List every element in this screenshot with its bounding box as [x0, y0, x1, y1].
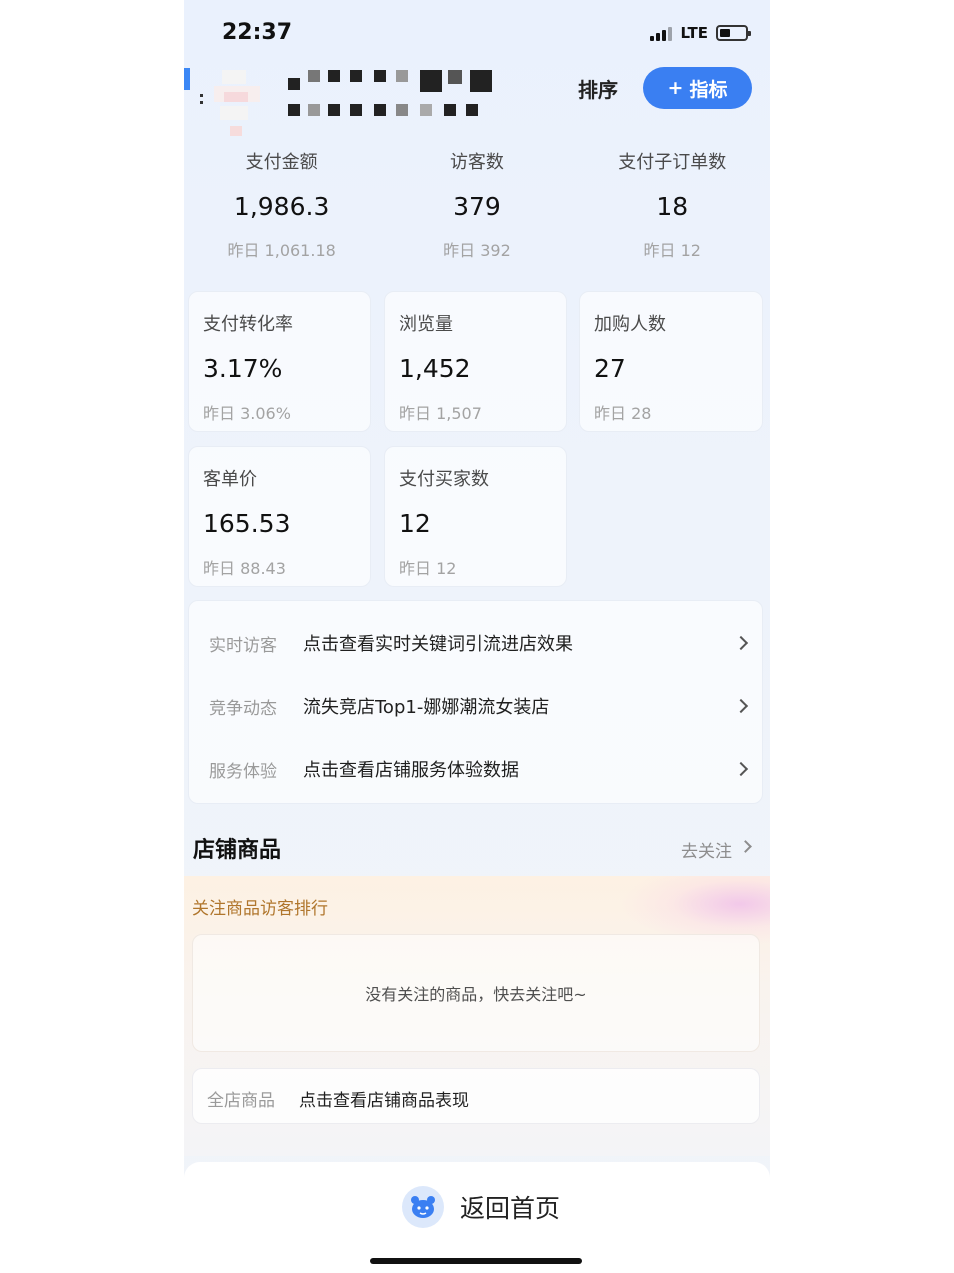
all-goods-key: 全店商品: [207, 1091, 275, 1111]
stat-yesterday: 昨日 12: [643, 241, 701, 260]
link-text: 流失竞店Top1-娜娜潮流女装店: [303, 697, 550, 718]
card-value: 165.53: [203, 509, 291, 538]
card-value: 27: [594, 354, 626, 383]
all-goods-text: 点击查看店铺商品表现: [299, 1091, 469, 1111]
battery-icon: [716, 25, 751, 41]
stat-value: 379: [453, 192, 501, 221]
card-yesterday: 昨日 28: [594, 404, 652, 423]
network-type: LTE: [680, 24, 708, 42]
phone-screen: 22:37 LTE 排序 + 指标 支付金额 1,986.3 昨日 1,061.…: [184, 0, 770, 1273]
home-indicator[interactable]: [370, 1258, 582, 1264]
card-label: 浏览量: [399, 314, 453, 335]
card-paying-buyers[interactable]: 支付买家数 12 昨日 12: [384, 446, 567, 587]
chevron-right-icon: [733, 635, 749, 651]
plus-icon: +: [667, 77, 684, 99]
card-value: 12: [399, 509, 431, 538]
link-key: 竞争动态: [209, 698, 277, 719]
card-yesterday: 昨日 1,507: [399, 404, 482, 423]
followed-goods-panel: 关注商品访客排行 没有关注的商品，快去关注吧~ 全店商品 点击查看店铺商品表现: [184, 876, 770, 1156]
stat-value: 1,986.3: [233, 192, 330, 221]
stat-value: 18: [656, 192, 689, 221]
bottom-bar: 返回首页: [184, 1162, 770, 1273]
card-add-to-cart[interactable]: 加购人数 27 昨日 28: [579, 291, 763, 432]
card-yesterday: 昨日 3.06%: [203, 404, 291, 423]
card-yesterday: 昨日 12: [399, 559, 457, 578]
all-goods-link[interactable]: 全店商品 点击查看店铺商品表现: [192, 1068, 760, 1124]
chevron-right-icon: [733, 761, 749, 777]
card-value: 1,452: [399, 354, 471, 383]
section-title-shop-goods: 店铺商品: [193, 838, 282, 863]
home-label: 返回首页: [460, 1194, 561, 1223]
card-label: 支付买家数: [399, 469, 489, 490]
signal-icon: [650, 25, 673, 41]
shop-avatar: [200, 64, 270, 136]
empty-state: 没有关注的商品，快去关注吧~: [192, 934, 760, 1052]
core-stats-row: 支付金额 1,986.3 昨日 1,061.18 访客数 379 昨日 392 …: [184, 148, 770, 272]
empty-state-text: 没有关注的商品，快去关注吧~: [365, 985, 587, 1004]
card-value: 3.17%: [203, 354, 283, 383]
stat-yesterday: 昨日 1,061.18: [227, 241, 336, 260]
card-label: 加购人数: [594, 314, 666, 335]
mascot-icon: [402, 1186, 444, 1228]
stat-visitors[interactable]: 访客数 379 昨日 392: [379, 148, 574, 272]
shop-name-pixelated: [288, 64, 498, 120]
status-time: 22:37: [222, 20, 293, 45]
stat-sub-orders[interactable]: 支付子订单数 18 昨日 12: [575, 148, 770, 272]
card-avg-order-value[interactable]: 客单价 165.53 昨日 88.43: [188, 446, 371, 587]
go-follow-link[interactable]: 去关注: [681, 837, 732, 862]
card-conversion-rate[interactable]: 支付转化率 3.17% 昨日 3.06%: [188, 291, 371, 432]
link-text: 点击查看实时关键词引流进店效果: [303, 634, 573, 655]
stat-payment-amount[interactable]: 支付金额 1,986.3 昨日 1,061.18: [184, 148, 379, 272]
link-text: 点击查看店铺服务体验数据: [303, 760, 519, 781]
back-indicator[interactable]: [184, 68, 190, 90]
link-realtime-visitors[interactable]: 实时访客 点击查看实时关键词引流进店效果: [189, 613, 764, 673]
metric-button-label: 指标: [689, 78, 728, 101]
link-key: 服务体验: [209, 761, 277, 782]
header: 排序 + 指标: [184, 60, 770, 140]
add-metric-button[interactable]: + 指标: [643, 67, 752, 109]
stat-label: 访客数: [449, 152, 504, 173]
link-service-experience[interactable]: 服务体验 点击查看店铺服务体验数据: [189, 739, 764, 799]
chevron-right-icon: [739, 840, 752, 853]
chevron-right-icon: [733, 698, 749, 714]
back-to-home-button[interactable]: 返回首页: [402, 1186, 560, 1228]
status-indicators: LTE: [650, 24, 751, 42]
status-bar: 22:37 LTE: [184, 0, 770, 62]
stat-yesterday: 昨日 392: [443, 241, 511, 260]
card-page-views[interactable]: 浏览量 1,452 昨日 1,507: [384, 291, 567, 432]
stat-label: 支付金额: [245, 152, 318, 173]
sort-button[interactable]: 排序: [578, 74, 618, 103]
card-label: 支付转化率: [203, 314, 293, 335]
followed-goods-ranking-title: 关注商品访客排行: [192, 899, 328, 919]
stat-label: 支付子订单数: [618, 152, 727, 173]
link-key: 实时访客: [209, 635, 277, 656]
link-competition[interactable]: 竞争动态 流失竞店Top1-娜娜潮流女装店: [189, 676, 764, 736]
insight-links-panel: 实时访客 点击查看实时关键词引流进店效果 竞争动态 流失竞店Top1-娜娜潮流女…: [188, 600, 763, 804]
card-label: 客单价: [203, 469, 257, 490]
card-yesterday: 昨日 88.43: [203, 559, 286, 578]
